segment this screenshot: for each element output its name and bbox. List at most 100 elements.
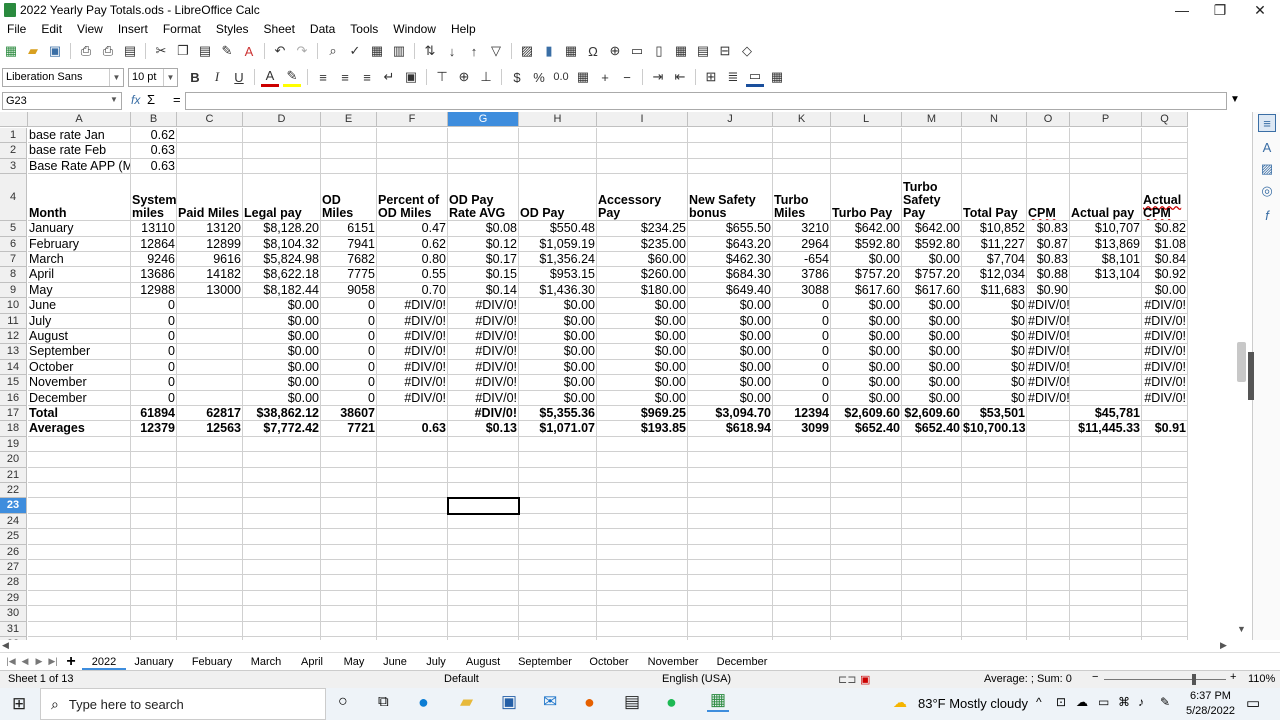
tab-october[interactable]: October [580,654,638,670]
cell-o13[interactable]: #DIV/0! [1027,344,1070,360]
cell-k9[interactable]: 3088 [773,282,831,299]
cell-i25[interactable] [597,529,688,545]
cell-f7[interactable]: 0.80 [377,252,448,268]
cell-o18[interactable] [1027,421,1070,437]
cell-a26[interactable] [28,544,131,560]
cell-e7[interactable]: 7682 [321,252,377,268]
cell-e1[interactable] [321,128,377,144]
cell-d22[interactable] [243,483,321,499]
cell-q16[interactable]: #DIV/0! [1142,390,1188,406]
cell-k21[interactable] [773,467,831,483]
row-header-25[interactable]: 25 [0,529,27,545]
maximize-button[interactable]: ❐ [1200,0,1240,20]
row-header-4[interactable]: 4 [0,174,27,222]
cell-k25[interactable] [773,529,831,545]
chevron-down-icon[interactable]: ▼ [109,68,123,86]
cell-a15[interactable]: November [28,375,131,391]
menu-tools[interactable]: Tools [343,22,386,36]
cell-e17[interactable]: 38607 [321,406,377,422]
tab-november[interactable]: November [638,654,708,670]
cell-l1[interactable] [831,128,902,144]
cell-b26[interactable] [131,544,177,560]
cell-e27[interactable] [321,560,377,576]
zoom-level[interactable]: 110% [1248,673,1275,685]
cell-m15[interactable]: $0.00 [902,375,962,391]
cell-l22[interactable] [831,483,902,499]
cell-d2[interactable] [243,143,321,159]
cell-j17[interactable]: $3,094.70 [688,406,773,422]
cell-m10[interactable]: $0.00 [902,298,962,314]
cell-j8[interactable]: $684.30 [688,267,773,283]
cell-d24[interactable] [243,513,321,530]
cell-j19[interactable] [688,436,773,453]
cell-f24[interactable] [377,513,448,530]
cell-b9[interactable]: 12988 [131,282,177,299]
cell-f23[interactable] [377,498,448,514]
cell-j21[interactable] [688,467,773,483]
cell-f10[interactable]: #DIV/0! [377,298,448,314]
cell-f8[interactable]: 0.55 [377,267,448,283]
gallery-icon[interactable]: ▨ [1258,160,1276,178]
cell-d11[interactable]: $0.00 [243,313,321,329]
cell-l20[interactable] [831,452,902,468]
cell-h15[interactable]: $0.00 [519,375,597,391]
cell-q23[interactable] [1142,498,1188,514]
tab-june[interactable]: June [374,654,416,670]
borders-icon[interactable]: ⊞ [702,67,720,87]
cell-p10[interactable] [1070,298,1142,314]
increase-indent-icon[interactable]: ⇥ [649,67,667,87]
cell-g1[interactable] [448,128,519,144]
cell-j23[interactable] [688,498,773,514]
cell-f12[interactable]: #DIV/0! [377,329,448,345]
column-header-c[interactable]: C [177,112,243,127]
chevron-down-icon[interactable]: ▼ [1237,624,1246,634]
cell-n22[interactable] [962,483,1027,499]
cell-q20[interactable] [1142,452,1188,468]
cell-c15[interactable] [177,375,243,391]
cell-h6[interactable]: $1,059.19 [519,236,597,252]
cell-j16[interactable]: $0.00 [688,390,773,406]
cell-j11[interactable]: $0.00 [688,313,773,329]
cell-k17[interactable]: 12394 [773,406,831,422]
cell-k16[interactable]: 0 [773,390,831,406]
cell-j1[interactable] [688,128,773,144]
print-icon[interactable]: ⎙ [99,41,117,61]
insert-chart-icon[interactable]: ▮ [540,41,558,61]
cell-q7[interactable]: $0.84 [1142,252,1188,268]
cell-q26[interactable] [1142,544,1188,560]
cell-e10[interactable]: 0 [321,298,377,314]
cell-k20[interactable] [773,452,831,468]
cell-n30[interactable] [962,606,1027,622]
cell-c6[interactable]: 12899 [177,236,243,252]
cell-a6[interactable]: February [28,236,131,252]
cell-p27[interactable] [1070,560,1142,576]
print-preview-icon[interactable]: ▤ [121,41,139,61]
row-header-18[interactable]: 18 [0,421,27,437]
cell-a8[interactable]: April [28,267,131,283]
cell-o6[interactable]: $0.87 [1027,236,1070,252]
cell-i5[interactable]: $234.25 [597,221,688,237]
row-header-7[interactable]: 7 [0,252,27,268]
cell-q27[interactable] [1142,560,1188,576]
export-pdf-icon[interactable]: ⎙ [77,41,95,61]
menu-data[interactable]: Data [303,22,343,36]
cell-j27[interactable] [688,560,773,576]
cell-o11[interactable]: #DIV/0! [1027,313,1070,329]
cell-p7[interactable]: $8,101 [1070,252,1142,268]
selection-mode-icon[interactable]: ⊏⊐ [838,673,856,686]
font-size-combo[interactable]: 10 pt ▼ [128,67,178,87]
cell-c3[interactable] [177,158,243,175]
cell-o4[interactable]: CPM [1027,174,1070,222]
cell-h20[interactable] [519,452,597,468]
cell-d7[interactable]: $5,824.98 [243,252,321,268]
chevron-up-icon[interactable]: ^ [1036,695,1042,709]
cell-c24[interactable] [177,513,243,530]
cell-l5[interactable]: $642.00 [831,221,902,237]
align-middle-icon[interactable]: ⊕ [455,67,473,87]
cell-k5[interactable]: 3210 [773,221,831,237]
cell-a29[interactable] [28,590,131,607]
cell-k13[interactable]: 0 [773,344,831,360]
cell-i29[interactable] [597,590,688,607]
cell-k10[interactable]: 0 [773,298,831,314]
cell-l17[interactable]: $2,609.60 [831,406,902,422]
